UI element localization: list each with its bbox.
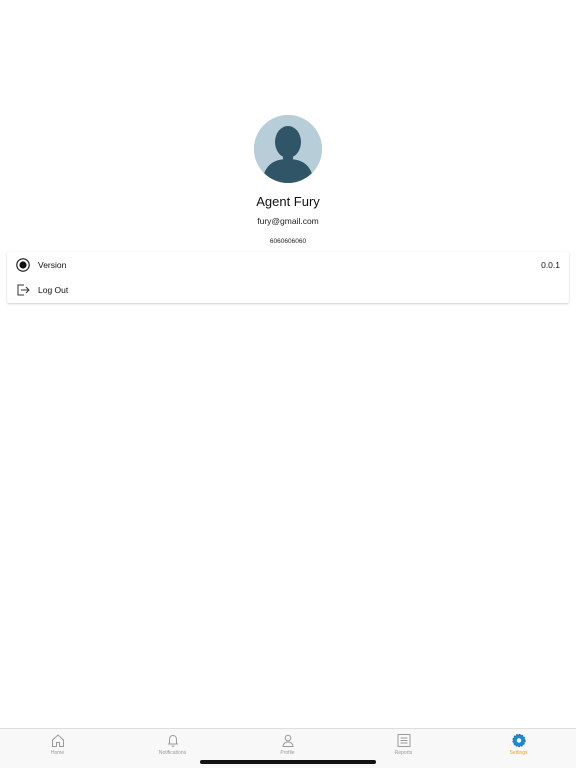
- radio-icon: [15, 257, 31, 273]
- profile-name: Agent Fury: [256, 194, 320, 209]
- profile-phone: 6060606060: [269, 238, 307, 245]
- tab-label: Home: [50, 750, 65, 756]
- person-icon: [280, 733, 295, 748]
- logout-button[interactable]: Log Out: [7, 277, 569, 302]
- bell-icon: [165, 733, 180, 748]
- list-icon: [396, 733, 411, 748]
- settings-row-version[interactable]: Version 0.0.1: [7, 252, 569, 277]
- settings-screen: Agent Fury fury@gmail.com 6060606060 Ver…: [0, 0, 576, 768]
- home-indicator[interactable]: [200, 760, 376, 764]
- settings-card: Version 0.0.1 Log Out: [7, 252, 569, 303]
- tab-label: Notifications: [158, 750, 187, 756]
- avatar-silhouette-icon: [254, 115, 322, 183]
- gear-icon: [511, 733, 526, 748]
- tab-label: Profile: [280, 750, 295, 756]
- home-icon: [50, 733, 65, 748]
- tab-profile[interactable]: Profile: [230, 733, 345, 759]
- tab-reports[interactable]: Reports: [346, 733, 461, 759]
- profile-email: fury@gmail.com: [257, 216, 319, 226]
- tab-label: Settings: [509, 750, 528, 756]
- version-value: 0.0.1: [541, 259, 560, 270]
- tab-settings[interactable]: Settings: [461, 733, 576, 759]
- settings-row-label: Version: [38, 259, 67, 270]
- tab-label: Reports: [394, 750, 413, 756]
- tab-home[interactable]: Home: [0, 733, 115, 759]
- logout-icon: [15, 282, 31, 298]
- avatar: [254, 115, 322, 183]
- tab-notifications[interactable]: Notifications: [115, 733, 230, 759]
- settings-row-label: Log Out: [38, 284, 69, 295]
